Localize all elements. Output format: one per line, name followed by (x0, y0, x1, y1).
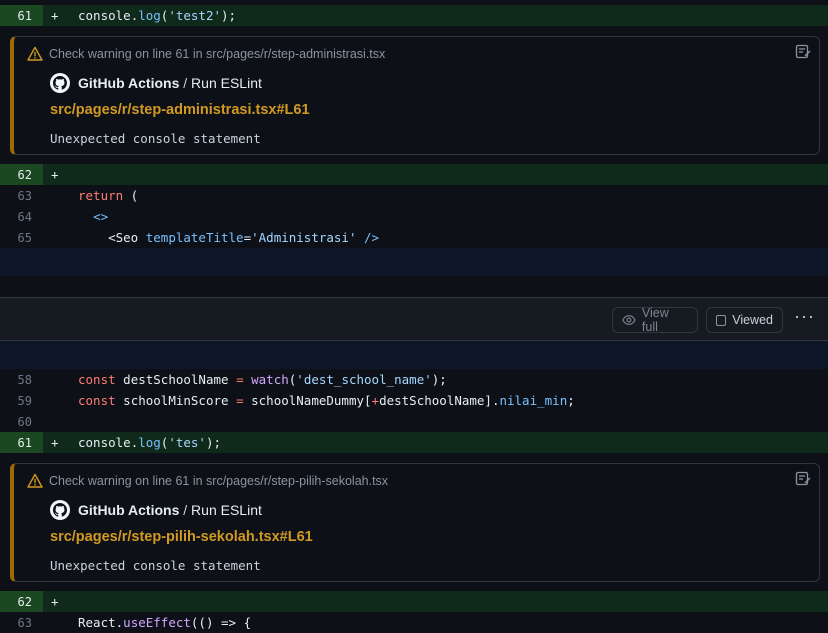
annotation-source: GitHub Actions / Run ESLint (50, 500, 262, 520)
code-token: schoolNameDummy[ (243, 393, 372, 408)
code-text: console.log('tes'); (78, 435, 222, 450)
code-token: console (78, 8, 131, 23)
annotation-message: Unexpected console statement (50, 131, 261, 146)
line-number[interactable]: 58 (0, 373, 43, 387)
code-token: const (78, 372, 116, 387)
annotation-file-link[interactable]: src/pages/r/step-pilih-sekolah.tsx#L61 (50, 529, 313, 545)
diff-line-added[interactable]: 62 + (0, 164, 828, 185)
eye-icon (622, 315, 636, 325)
viewed-label: Viewed (732, 313, 773, 327)
diff-line-context[interactable]: 63 return ( (0, 185, 828, 206)
code-text: <Seo templateTitle='Administrasi' /> (78, 230, 379, 245)
code-text: const schoolMinScore = schoolNameDummy[+… (78, 393, 575, 408)
separator: / (179, 75, 192, 91)
diff-line-added[interactable]: 61 + console.log('tes'); (0, 432, 828, 453)
code-token: templateTitle (145, 230, 244, 245)
diff-line-context[interactable]: 65 <Seo templateTitle='Administrasi' /> (0, 227, 828, 248)
code-token: 'test2' (168, 8, 222, 23)
viewed-checkbox[interactable]: Viewed (706, 307, 783, 333)
expand-hunk-row[interactable] (0, 248, 828, 276)
code-token: <Seo (108, 230, 139, 245)
app-name: GitHub Actions (78, 75, 180, 91)
code-token: <> (93, 209, 109, 224)
code-token: nilai_min (499, 393, 568, 408)
line-number[interactable]: 62 (0, 164, 43, 185)
code-token: destSchoolName (115, 372, 237, 387)
code-token: /> (356, 230, 380, 245)
code-token: 'dest_school_name' (296, 372, 432, 387)
file-gap (0, 276, 828, 297)
diff-line-added[interactable]: 62 + (0, 591, 828, 612)
line-number[interactable]: 61 (0, 5, 43, 26)
code-token: ); (221, 8, 237, 23)
diff-line-context[interactable]: 59 const schoolMinScore = schoolNameDumm… (0, 390, 828, 411)
diff-line-context[interactable]: 60 (0, 411, 828, 432)
code-token: log (138, 8, 161, 23)
github-mark-icon (50, 500, 70, 520)
code-text: <> (78, 209, 108, 224)
view-full-button[interactable]: View full (612, 306, 698, 334)
view-full-label: View full (641, 306, 669, 334)
file-header: View full Viewed ··· (0, 297, 828, 341)
check-annotation: Check warning on line 61 in src/pages/r/… (10, 36, 820, 155)
alert-triangle-icon (27, 473, 43, 488)
code-token: console (78, 435, 131, 450)
line-number[interactable]: 64 (0, 210, 43, 224)
code-token: log (138, 435, 161, 450)
note-icon[interactable] (795, 471, 811, 487)
line-number[interactable]: 63 (0, 189, 43, 203)
code-token: return (78, 188, 124, 203)
app-name: GitHub Actions (78, 502, 180, 518)
diff-marker: + (51, 8, 59, 23)
code-token: 'tes' (168, 435, 206, 450)
line-number[interactable]: 59 (0, 394, 43, 408)
code-token: = (236, 393, 244, 408)
expand-hunk-row[interactable] (0, 341, 828, 369)
annotation-file-link[interactable]: src/pages/r/step-administrasi.tsx#L61 (50, 102, 310, 118)
code-text: console.log('test2'); (78, 8, 237, 23)
diff-marker: + (51, 594, 59, 609)
diff-marker: + (51, 435, 59, 450)
kebab-horizontal-icon[interactable]: ··· (794, 306, 815, 327)
job-name: Run ESLint (191, 75, 262, 91)
code-token: watch (251, 372, 289, 387)
diff-line-context[interactable]: 58 const destSchoolName = watch('dest_sc… (0, 369, 828, 390)
code-token: = (243, 230, 252, 245)
code-token: = (236, 372, 244, 387)
annotation-header: Check warning on line 61 in src/pages/r/… (27, 46, 385, 62)
job-name: Run ESLint (191, 502, 262, 518)
line-number[interactable]: 62 (0, 591, 43, 612)
github-mark-icon (50, 73, 70, 93)
code-token: + (371, 393, 380, 408)
diff-marker: + (51, 167, 59, 182)
annotation-header: Check warning on line 61 in src/pages/r/… (27, 473, 388, 489)
annotation-source: GitHub Actions / Run ESLint (50, 73, 262, 93)
code-token: destSchoolName]. (379, 393, 500, 408)
alert-triangle-icon (27, 46, 43, 61)
code-text: const destSchoolName = watch('dest_schoo… (78, 372, 447, 387)
note-icon[interactable] (795, 44, 811, 60)
line-number[interactable]: 61 (0, 432, 43, 453)
annotation-title: Check warning on line 61 in src/pages/r/… (49, 474, 389, 488)
line-number[interactable]: 60 (0, 415, 43, 429)
code-token: ); (205, 435, 222, 450)
code-token: ); (431, 372, 447, 387)
code-text: return ( (78, 188, 138, 203)
diff-line-added[interactable]: 61 + console.log('test2'); (0, 5, 828, 26)
annotation-title: Check warning on line 61 in src/pages/r/… (49, 47, 386, 61)
code-token: ; (567, 393, 575, 408)
annotation-message: Unexpected console statement (50, 558, 261, 573)
diff-line-context[interactable]: 64 <> (0, 206, 828, 227)
code-token: const (78, 393, 116, 408)
code-token: 'Administrasi' (251, 230, 357, 245)
code-token: schoolMinScore (115, 393, 237, 408)
checkbox-box[interactable] (716, 314, 727, 326)
separator: / (179, 502, 192, 518)
code-token: ( (123, 188, 139, 203)
line-number[interactable]: 65 (0, 231, 43, 245)
check-annotation: Check warning on line 61 in src/pages/r/… (10, 463, 820, 582)
